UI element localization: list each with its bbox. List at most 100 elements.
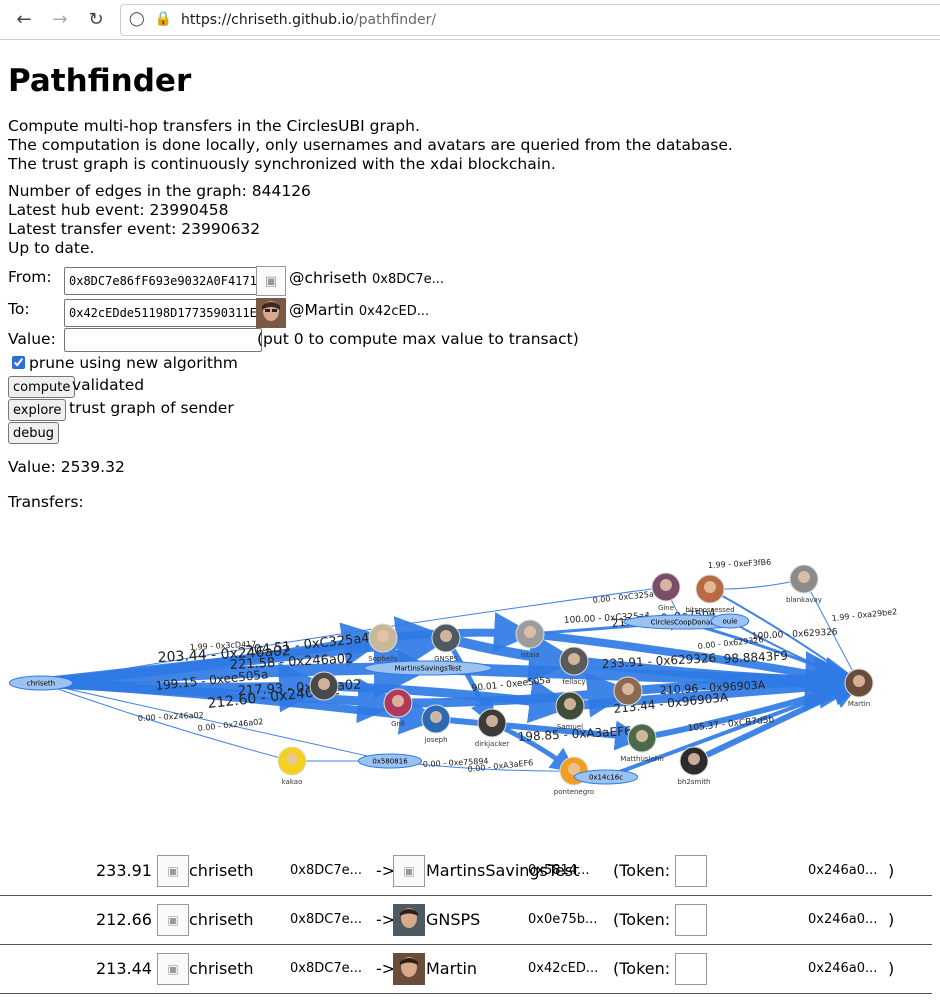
svg-text:bh2smith: bh2smith xyxy=(678,778,711,786)
reload-icon[interactable]: ↻ xyxy=(84,7,108,31)
explore-text: trust graph of sender xyxy=(69,399,234,417)
edge-label: 0.00 - 0x246a02 xyxy=(138,711,204,723)
debug-row: debug xyxy=(8,420,940,448)
graph-node-martin[interactable]: Martin xyxy=(844,668,874,708)
graph-node-0x14c16c[interactable]: 0x14c16c xyxy=(573,769,639,785)
svg-text:chriseth: chriseth xyxy=(27,680,55,688)
compute-status: validated xyxy=(72,376,145,394)
svg-text:blankavay: blankavay xyxy=(786,596,822,604)
graph-node-kakao[interactable]: kakao xyxy=(277,746,307,786)
sender-name: chriseth xyxy=(189,959,254,978)
recipient-address: 0x0e75b... xyxy=(528,912,598,927)
edge-label: 233.91 - 0x629326 xyxy=(601,651,716,671)
from-address-input[interactable] xyxy=(64,267,262,295)
graph-node-chriseth[interactable]: chriseth xyxy=(8,675,74,691)
sender-avatar-icon: ▣ xyxy=(157,904,189,936)
graph-node-gnsps[interactable]: GNSPS xyxy=(431,623,461,663)
prune-checkbox[interactable] xyxy=(12,356,25,369)
graph-node-sophells[interactable]: Sophells xyxy=(368,623,398,663)
compute-button[interactable]: compute xyxy=(8,376,76,398)
intro-line: The trust graph is continuously synchron… xyxy=(8,155,556,173)
graph-node-bitspossessed[interactable]: bitspossessed xyxy=(685,574,735,614)
svg-text:Gine: Gine xyxy=(658,604,674,612)
svg-text:MartinsSavingsTest: MartinsSavingsTest xyxy=(394,665,461,673)
sender-avatar-icon: ▣ xyxy=(157,855,189,887)
sender-address: 0x8DC7e... xyxy=(290,961,362,976)
token-label: (Token: xyxy=(613,861,671,880)
explore-row: explore trust graph of sender xyxy=(8,397,940,421)
debug-button[interactable]: debug xyxy=(8,422,59,444)
transfer-event: Latest transfer event: 23990632 xyxy=(8,220,261,238)
prune-label: prune using new algorithm xyxy=(29,354,238,372)
svg-text:dirkjacker: dirkjacker xyxy=(475,740,510,748)
transfer-amount: 213.44 xyxy=(96,959,152,978)
graph-node-joseph[interactable]: joseph xyxy=(421,704,451,744)
to-row: To: @Martin 0x42cED... xyxy=(8,296,940,328)
graph-node-gnl[interactable]: Gnll xyxy=(383,688,413,728)
browser-toolbar: ← → ↻ ◯ 🔒 https://chriseth.github.io/pat… xyxy=(0,0,940,40)
edge-label: 1.99 - 0xa29be2 xyxy=(831,607,897,623)
to-address-input[interactable] xyxy=(64,299,262,327)
graph-node-blankavay[interactable]: blankavay xyxy=(786,564,822,604)
token-address: 0x246a0... xyxy=(808,961,878,976)
graph-node-dirkjacker[interactable]: dirkjacker xyxy=(475,708,510,748)
close-paren: ) xyxy=(888,959,895,978)
recipient-address: 0x5814... xyxy=(528,863,590,878)
svg-text:kakao: kakao xyxy=(282,778,303,786)
svg-text:bitspossessed: bitspossessed xyxy=(685,606,734,614)
back-icon[interactable]: ← xyxy=(12,7,36,31)
svg-text:pontenegro: pontenegro xyxy=(554,788,594,796)
page-title: Pathfinder xyxy=(8,63,192,99)
transfer-row: 213.44 ▣ chriseth 0x8DC7e... -> Martin 0… xyxy=(0,945,932,994)
shield-icon[interactable]: ◯ xyxy=(129,11,145,27)
graph-node-samuel[interactable]: Samuel xyxy=(555,691,585,731)
svg-text:Gnll: Gnll xyxy=(391,720,405,728)
transfers-label: Transfers: xyxy=(8,493,84,511)
from-avatar-icon: ▣ xyxy=(256,266,286,296)
edge-label: 0.00 - 0x629326 xyxy=(697,635,764,651)
intro-line: The computation is done locally, only us… xyxy=(8,136,733,154)
transfer-amount: 212.66 xyxy=(96,910,152,929)
graph-node-ouie[interactable]: ouie xyxy=(710,613,750,629)
transfer-graph[interactable]: 203.44 - 0x246a02204.51 - 0xC325a4221.58… xyxy=(8,531,940,811)
token-label: (Token: xyxy=(613,910,671,929)
token-address: 0x246a0... xyxy=(808,863,878,878)
close-paren: ) xyxy=(888,861,895,880)
token-avatar-icon xyxy=(675,904,707,936)
graph-node-mid2[interactable] xyxy=(613,676,643,706)
svg-text:Samuel: Samuel xyxy=(557,723,583,731)
sync-status: Up to date. xyxy=(8,239,95,257)
recipient-avatar-icon: ▣ xyxy=(393,855,425,887)
sender-name: chriseth xyxy=(189,910,254,929)
sender-avatar-icon: ▣ xyxy=(157,953,189,985)
graph-node-mid1[interactable] xyxy=(309,671,339,701)
token-avatar-icon xyxy=(675,855,707,887)
value-input[interactable] xyxy=(64,328,262,352)
prune-row: prune using new algorithm xyxy=(8,352,940,374)
address-bar[interactable]: ◯ 🔒 https://chriseth.github.io/pathfinde… xyxy=(120,4,940,36)
svg-text:CirclesCoopDonate: CirclesCoopDonate xyxy=(651,619,718,627)
sender-address: 0x8DC7e... xyxy=(290,912,362,927)
sender-address: 0x8DC7e... xyxy=(290,863,362,878)
url-text[interactable]: https://chriseth.github.io/pathfinder/ xyxy=(181,12,436,28)
graph-node-gine[interactable]: Gine xyxy=(651,572,681,612)
graph-node-martinssavingstest[interactable]: MartinsSavingsTest xyxy=(363,660,493,676)
graph-node-0x580816[interactable]: 0x580816 xyxy=(357,753,423,769)
svg-text:joseph: joseph xyxy=(423,736,447,744)
forward-icon[interactable]: → xyxy=(48,7,72,31)
recipient-avatar-icon xyxy=(393,953,425,985)
graph-edge xyxy=(444,632,579,683)
compute-row: compute validated xyxy=(8,374,940,398)
svg-text:Martin: Martin xyxy=(848,700,870,708)
recipient-address: 0x42cED... xyxy=(528,961,599,976)
graph-node-fellacy[interactable]: fellacy xyxy=(559,646,589,686)
svg-text:istaia: istaia xyxy=(521,651,540,659)
recipient-name: GNSPS xyxy=(426,910,481,929)
sender-name: chriseth xyxy=(189,861,254,880)
svg-text:MatthusJohn: MatthusJohn xyxy=(620,755,664,763)
explore-button[interactable]: explore xyxy=(8,399,67,421)
token-address: 0x246a0... xyxy=(808,912,878,927)
svg-text:ouie: ouie xyxy=(723,618,738,626)
graph-node-bh2smith[interactable]: bh2smith xyxy=(678,746,711,786)
lock-icon[interactable]: 🔒 xyxy=(155,11,172,27)
